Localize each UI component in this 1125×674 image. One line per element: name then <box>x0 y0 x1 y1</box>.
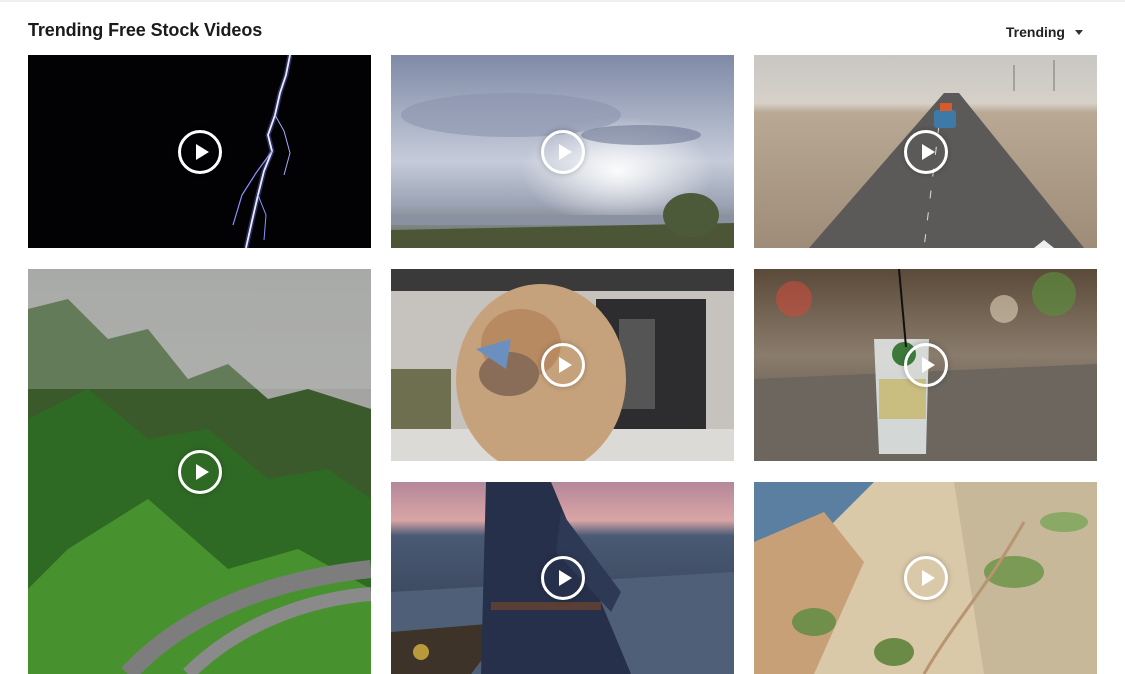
play-icon[interactable] <box>177 449 222 494</box>
sort-dropdown-label: Trending <box>1005 24 1065 40</box>
video-thumbnail-coast-aerial[interactable] <box>754 482 1097 674</box>
video-thumbnail-lake-sunset[interactable] <box>391 55 734 248</box>
play-icon[interactable] <box>540 343 585 387</box>
video-thumbnail-desert-road[interactable] <box>754 55 1097 248</box>
play-icon[interactable] <box>903 129 948 174</box>
page-title: Trending Free Stock Videos <box>28 20 263 40</box>
play-icon[interactable] <box>903 556 948 600</box>
video-thumbnail-mountain-highway[interactable] <box>28 269 371 674</box>
sort-dropdown[interactable]: Trending <box>1000 22 1096 42</box>
play-icon[interactable] <box>540 556 585 600</box>
caret-down-icon <box>1075 30 1083 35</box>
video-thumbnail-woman-dog[interactable] <box>391 269 734 461</box>
video-thumbnail-lightning[interactable] <box>28 55 371 248</box>
play-icon[interactable] <box>177 129 222 174</box>
play-icon[interactable] <box>540 129 585 174</box>
top-divider <box>0 0 1125 2</box>
video-thumbnail-cocktail[interactable] <box>754 269 1097 461</box>
video-thumbnail-beach-woman[interactable] <box>391 482 734 674</box>
play-icon[interactable] <box>903 343 948 387</box>
